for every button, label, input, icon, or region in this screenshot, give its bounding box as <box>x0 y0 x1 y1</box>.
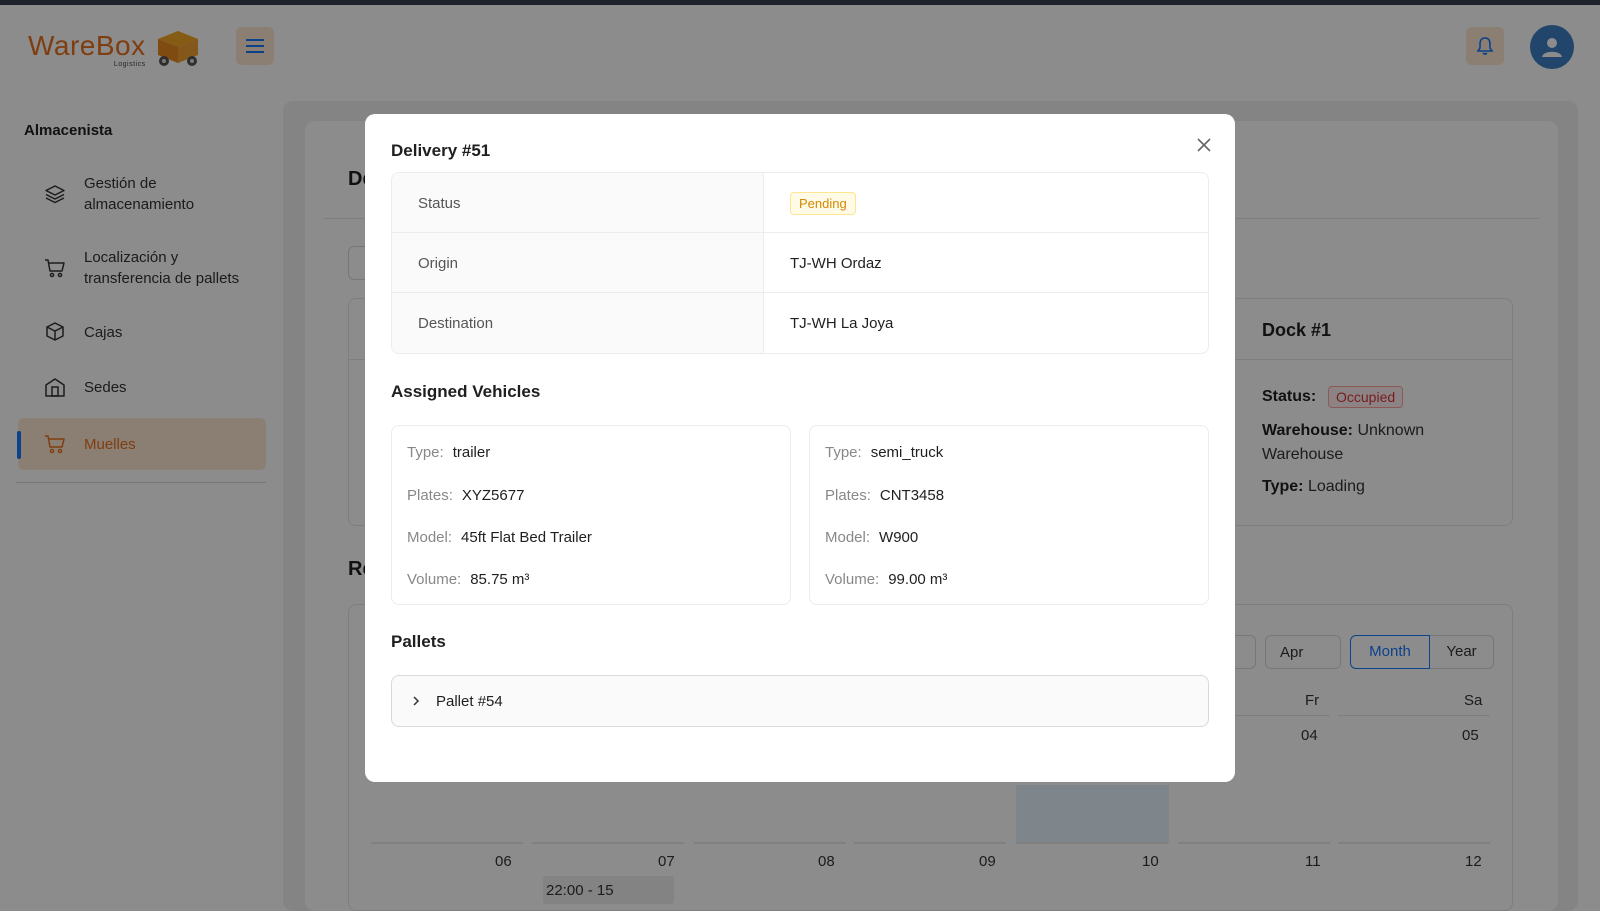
pallet-collapse-item[interactable]: Pallet #54 <box>391 675 1209 727</box>
field-value: 85.75 m³ <box>470 571 530 588</box>
detail-label: Destination <box>392 293 764 353</box>
field-key: Volume <box>825 571 876 588</box>
vehicle-model: Model: 45ft Flat Bed Trailer <box>407 529 592 546</box>
delivery-details: Status Pending Origin TJ-WH Ordaz Destin… <box>391 172 1209 354</box>
field-value: 45ft Flat Bed Trailer <box>461 529 592 546</box>
vehicle-volume: Volume: 99.00 m³ <box>825 571 948 588</box>
detail-row-origin: Origin TJ-WH Ordaz <box>392 233 1208 293</box>
field-value: trailer <box>452 444 491 461</box>
modal-title: Delivery #51 <box>391 141 491 160</box>
vehicle-plates: Plates: XYZ5677 <box>407 487 525 504</box>
vehicle-card: Type: trailer Plates: XYZ5677 Model: 45ft F… <box>391 425 791 605</box>
field-value: W900 <box>879 529 919 546</box>
detail-value: Pending <box>764 173 1208 232</box>
detail-label: Origin <box>392 233 764 292</box>
close-icon[interactable] <box>1195 136 1213 154</box>
vehicle-volume: Volume: 85.75 m³ <box>407 571 530 588</box>
vehicle-type: Type: trailer <box>407 444 491 461</box>
vehicle-card: Type: semi_truck Plates: CNT3458 Model: W90… <box>809 425 1209 605</box>
field-key: Model <box>825 529 866 546</box>
detail-row-destination: Destination TJ-WH La Joya <box>392 293 1208 353</box>
detail-value: TJ-WH La Joya <box>790 315 894 332</box>
field-key: Type <box>825 444 858 461</box>
pallets-section-title: Pallets <box>391 632 446 651</box>
field-key: Model <box>407 529 448 546</box>
vehicles-section-title: Assigned Vehicles <box>391 382 541 401</box>
detail-row-status: Status Pending <box>392 173 1208 233</box>
field-key: Plates <box>407 487 449 504</box>
chevron-right-icon <box>413 696 420 706</box>
pallet-label: Pallet #54 <box>436 692 503 710</box>
detail-value: TJ-WH Ordaz <box>790 255 882 272</box>
field-value: semi_truck <box>870 444 944 461</box>
status-badge: Pending <box>790 192 856 215</box>
field-value: XYZ5677 <box>461 487 525 504</box>
field-key: Volume <box>407 571 458 588</box>
vehicle-plates: Plates: CNT3458 <box>825 487 945 504</box>
vehicle-model: Model: W900 <box>825 529 919 546</box>
field-key: Plates <box>825 487 867 504</box>
field-value: 99.00 m³ <box>888 571 948 588</box>
delivery-modal: Delivery #51 Status Pending Origin TJ-WH… <box>365 114 1235 782</box>
field-value: CNT3458 <box>879 487 945 504</box>
field-key: Type <box>407 444 440 461</box>
detail-label: Status <box>392 173 764 232</box>
vehicle-type: Type: semi_truck <box>825 444 944 461</box>
